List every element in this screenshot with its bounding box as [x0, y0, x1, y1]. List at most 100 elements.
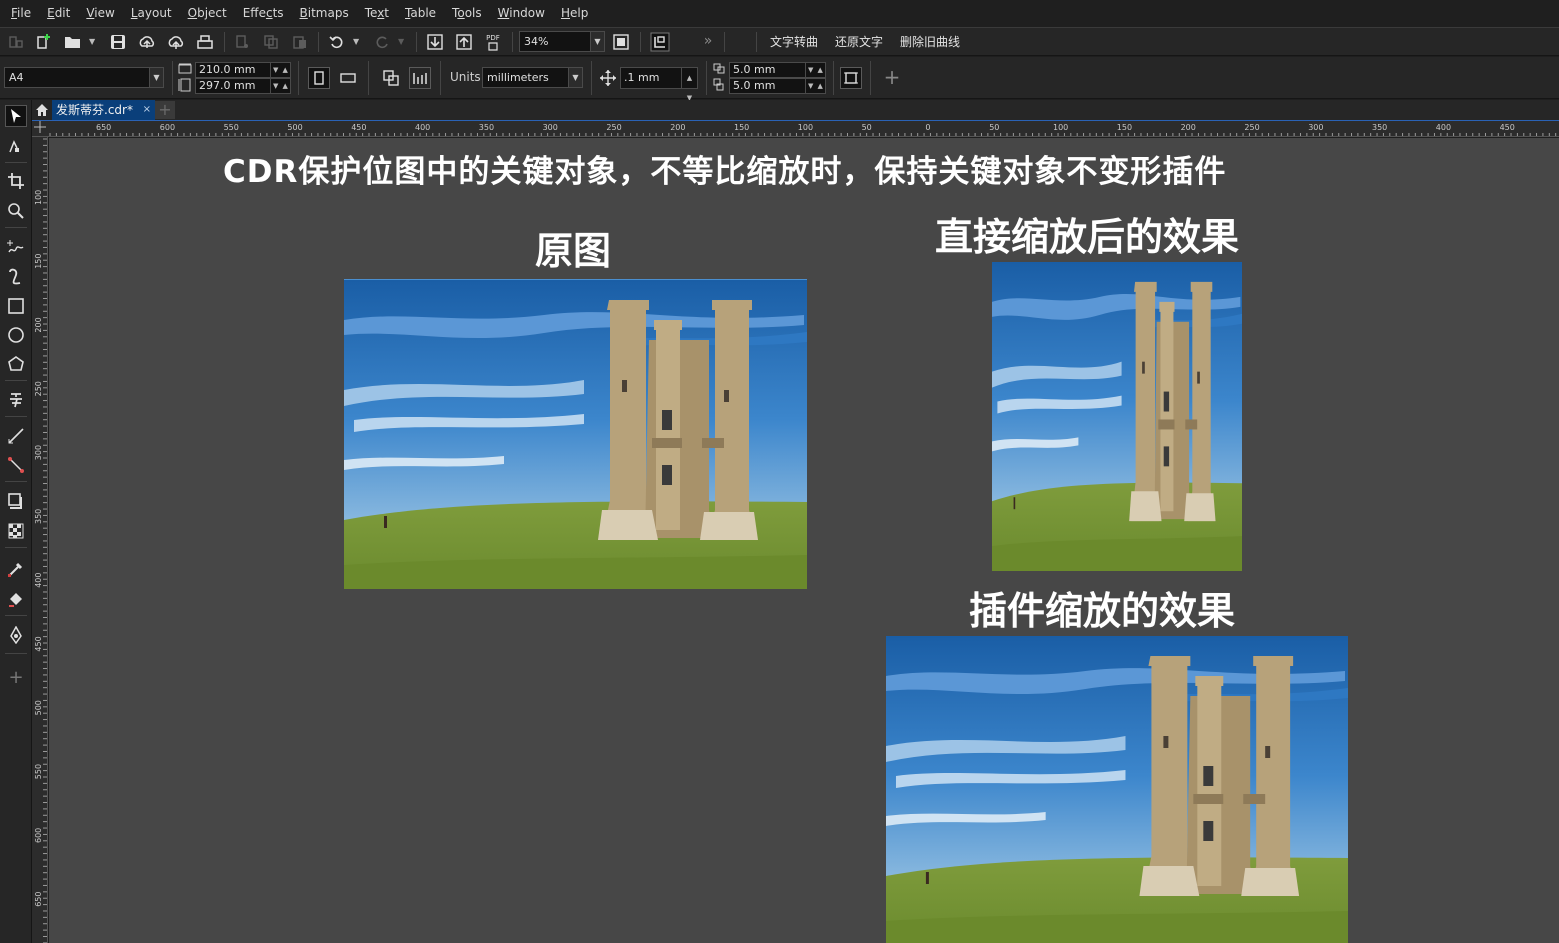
connector-tool-icon[interactable]	[5, 454, 27, 476]
menu-view[interactable]: View	[80, 0, 124, 27]
freehand-tool-icon[interactable]	[5, 236, 27, 258]
plugin-scaled-castle-image[interactable]	[886, 636, 1348, 943]
smart-fill-tool-icon[interactable]	[5, 624, 27, 646]
cut-icon[interactable]	[232, 32, 252, 52]
color-eyedropper-tool-icon[interactable]	[5, 558, 27, 580]
original-castle-image[interactable]	[344, 279, 807, 589]
paste-icon[interactable]	[290, 32, 310, 52]
menu-text[interactable]: Text	[359, 0, 399, 27]
new-document-icon[interactable]	[34, 32, 54, 52]
all-pages-icon[interactable]	[380, 67, 402, 89]
polygon-tool-icon[interactable]	[5, 353, 27, 375]
redo-icon[interactable]	[372, 32, 392, 52]
undo-dropdown-icon[interactable]: ▼	[353, 37, 359, 46]
drawing-canvas[interactable]: CDR保护位图中的关键对象，不等比缩放时，保持关键对象不变形插件 原图 直接缩放…	[49, 138, 1559, 943]
page-width-field[interactable]: 210.0 mm ▼ ▲	[195, 62, 291, 78]
toolbar-separator	[756, 32, 757, 52]
drop-shadow-tool-icon[interactable]	[5, 490, 27, 512]
ruler-label: 350	[34, 509, 43, 524]
direct-scaled-castle-image[interactable]	[992, 262, 1242, 571]
ruler-label: 600	[160, 123, 175, 132]
toolbar-separator	[640, 32, 641, 52]
menu-object[interactable]: Object	[182, 0, 237, 27]
standard-toolbar: ▼ ▼ ▼ PDF 34% ▼ » 文字转曲 还原文字 删除旧曲线	[0, 27, 1559, 56]
rectangle-tool-icon[interactable]	[5, 295, 27, 317]
ellipse-tool-icon[interactable]	[5, 324, 27, 346]
document-tab[interactable]: 发斯蒂芬.cdr* ×	[52, 100, 155, 120]
publish-pdf-icon[interactable]: PDF	[483, 32, 503, 52]
welcome-screen-icon[interactable]	[6, 32, 26, 52]
units-dropdown-icon[interactable]: ▼	[568, 68, 582, 87]
toolbar-separator	[706, 61, 707, 95]
duplicate-y-icon	[711, 78, 729, 92]
cloud-upload-icon[interactable]	[137, 32, 157, 52]
menu-layout[interactable]: Layout	[125, 0, 182, 27]
delete-old-curves-button[interactable]: 删除旧曲线	[900, 28, 960, 56]
zoom-tool-icon[interactable]	[5, 200, 27, 222]
add-property-icon[interactable]: +	[882, 65, 902, 89]
horizontal-ruler[interactable]: 650 600 550 500 450 400 350 300 250 200 150 100 50 0 5…	[48, 120, 1559, 137]
menu-window[interactable]: Window	[492, 0, 555, 27]
print-icon[interactable]	[195, 32, 215, 52]
ruler-label: 400	[415, 123, 430, 132]
menu-bitmaps[interactable]: Bitmaps	[294, 0, 359, 27]
label-original: 原图	[535, 229, 612, 273]
full-screen-icon[interactable]	[611, 32, 631, 52]
portrait-orientation-icon[interactable]	[308, 67, 330, 89]
open-dropdown-icon[interactable]: ▼	[89, 37, 95, 46]
page-width-spinner[interactable]: ▼ ▲	[270, 63, 290, 77]
page-size-dropdown-icon[interactable]: ▼	[149, 68, 163, 87]
menu-table[interactable]: Table	[399, 0, 446, 27]
current-page-icon[interactable]	[409, 67, 431, 89]
parallel-dimension-tool-icon[interactable]	[5, 425, 27, 447]
crop-tool-icon[interactable]	[5, 170, 27, 192]
new-tab-button[interactable]: +	[155, 101, 175, 119]
vertical-ruler[interactable]: 100 150 200 250 300 350 400 450 500 550 600 650	[32, 137, 48, 943]
page-height-field[interactable]: 297.0 mm ▼ ▲	[195, 78, 291, 94]
home-icon[interactable]	[32, 100, 52, 120]
duplicate-y-spinner[interactable]: ▼ ▲	[805, 79, 825, 93]
customize-toolbox-icon[interactable]: +	[5, 666, 27, 688]
copy-icon[interactable]	[261, 32, 281, 52]
page-size-combo[interactable]: A4 ▼	[4, 67, 164, 88]
duplicate-x-spinner[interactable]: ▼ ▲	[805, 63, 825, 77]
toolbar-overflow-icon[interactable]: »	[698, 31, 718, 51]
ruler-label: 200	[670, 123, 685, 132]
shape-tool-icon[interactable]	[5, 135, 27, 157]
landscape-orientation-icon[interactable]	[337, 67, 359, 89]
convert-text-to-curves-button[interactable]: 文字转曲	[770, 28, 818, 56]
text-tool-icon[interactable]	[5, 389, 27, 411]
duplicate-x-field[interactable]: 5.0 mm ▼ ▲	[729, 62, 826, 78]
snap-to-icon[interactable]	[650, 32, 670, 52]
duplicate-y-field[interactable]: 5.0 mm ▼ ▲	[729, 78, 826, 94]
menu-tools[interactable]: Tools	[446, 0, 492, 27]
units-combo[interactable]: millimeters ▼	[482, 67, 583, 88]
menu-effects[interactable]: Effects	[237, 0, 294, 27]
close-tab-icon[interactable]: ×	[143, 100, 151, 120]
import-icon[interactable]	[425, 32, 445, 52]
treat-as-filled-icon[interactable]	[840, 67, 862, 89]
ruler-corner[interactable]	[32, 120, 48, 137]
pick-tool-icon[interactable]	[5, 105, 27, 127]
interactive-fill-tool-icon[interactable]	[5, 588, 27, 610]
zoom-level-combo[interactable]: 34% ▼	[519, 31, 605, 52]
page-height-spinner[interactable]: ▼ ▲	[270, 79, 290, 93]
castle-picture-plugin	[886, 636, 1348, 943]
cloud-share-icon[interactable]	[166, 32, 186, 52]
artistic-media-tool-icon[interactable]	[5, 266, 27, 288]
undo-icon[interactable]	[327, 32, 347, 52]
zoom-dropdown-icon[interactable]: ▼	[590, 32, 604, 51]
menu-edit[interactable]: Edit	[41, 0, 80, 27]
transparency-tool-icon[interactable]	[5, 520, 27, 542]
open-folder-icon[interactable]	[63, 32, 83, 52]
menu-help[interactable]: Help	[555, 0, 598, 27]
nudge-spinner[interactable]: ▲ ▼	[681, 68, 697, 102]
ruler-label: 250	[1244, 123, 1259, 132]
ruler-label: 650	[34, 892, 43, 907]
restore-text-button[interactable]: 还原文字	[835, 28, 883, 56]
export-icon[interactable]	[454, 32, 474, 52]
save-icon[interactable]	[108, 32, 128, 52]
menu-file[interactable]: File	[5, 0, 41, 27]
redo-dropdown-icon[interactable]: ▼	[398, 37, 404, 46]
nudge-distance-field[interactable]: .1 mm ▲ ▼	[620, 67, 698, 102]
